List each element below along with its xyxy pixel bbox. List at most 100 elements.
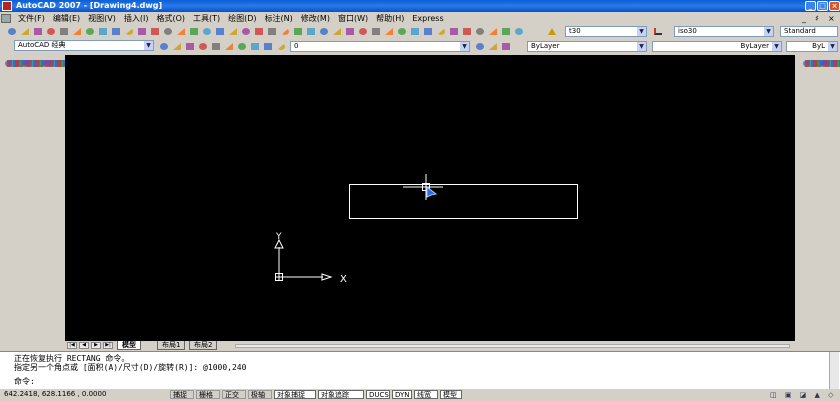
linetype-select[interactable]: ByLayer ▼ — [652, 41, 782, 52]
new-icon[interactable] — [305, 26, 317, 37]
text-style-icon[interactable] — [546, 26, 558, 37]
chevron-down-icon[interactable]: ▼ — [764, 27, 773, 36]
sun-icon[interactable] — [262, 41, 274, 52]
publish-icon[interactable] — [370, 26, 382, 37]
layer-select[interactable]: 0 ▼ — [290, 41, 470, 52]
zoom-realtime-icon[interactable] — [175, 26, 187, 37]
command-prompt[interactable]: 命令: — [14, 377, 35, 386]
print-icon[interactable] — [344, 26, 356, 37]
status-toggle-button[interactable]: 线宽 — [414, 390, 438, 399]
undo-icon[interactable] — [136, 26, 148, 37]
pan-icon[interactable] — [461, 26, 473, 37]
menu-item[interactable]: 格式(O) — [152, 12, 189, 25]
status-toggle-button[interactable]: 对象捕捉 — [274, 390, 316, 399]
lineweight-select[interactable]: ByL ▼ — [786, 41, 838, 52]
menu-item[interactable]: 插入(I) — [120, 12, 153, 25]
maximize-button[interactable]: □ — [817, 1, 828, 11]
layer-manager-icon[interactable] — [236, 41, 248, 52]
zoom-window-icon[interactable] — [188, 26, 200, 37]
pan-icon[interactable] — [162, 26, 174, 37]
tool-palettes-icon[interactable] — [240, 26, 252, 37]
tab-layout2[interactable]: 布局2 — [189, 341, 218, 350]
match-properties-icon[interactable] — [123, 26, 135, 37]
open-icon[interactable] — [19, 26, 31, 37]
status-toggle-button[interactable]: 极轴 — [248, 390, 272, 399]
first-tab-button[interactable]: |◀ — [67, 342, 77, 349]
menu-item[interactable]: 帮助(H) — [372, 12, 408, 25]
zoom-previous-icon[interactable] — [500, 26, 512, 37]
menu-item[interactable]: Express — [408, 12, 447, 25]
drawing-canvas[interactable]: Y X — [65, 55, 795, 341]
menu-item[interactable]: 视图(V) — [84, 12, 120, 25]
menu-item[interactable]: 文件(F) — [14, 12, 49, 25]
copy-icon[interactable] — [396, 26, 408, 37]
minimize-button[interactable]: _ — [805, 1, 816, 11]
save-icon[interactable] — [32, 26, 44, 37]
status-toggle-button[interactable]: DYN — [392, 390, 412, 399]
horizontal-scrollbar[interactable] — [235, 344, 790, 348]
tray-icons[interactable]: ◫ ▣ ◪ ▲ ◇ — [770, 390, 837, 401]
menu-item[interactable]: 标注(N) — [261, 12, 297, 25]
layer-state-icon[interactable] — [223, 41, 235, 52]
mdi-close-button[interactable]: × — [828, 12, 835, 25]
chevron-down-icon[interactable]: ▼ — [772, 42, 781, 51]
table-style-select[interactable]: Standard — [780, 26, 838, 37]
paste-icon[interactable] — [409, 26, 421, 37]
status-toggle-button[interactable]: 正交 — [222, 390, 246, 399]
mdi-minimize-button[interactable]: _ — [802, 12, 806, 25]
color-select[interactable]: ByLayer ▼ — [527, 41, 647, 52]
menu-item[interactable]: 窗口(W) — [334, 12, 372, 25]
dim-style-select[interactable]: iso30 ▼ — [674, 26, 774, 37]
status-toggle-button[interactable]: 栅格 — [196, 390, 220, 399]
layer-manager-icon[interactable] — [158, 41, 170, 52]
cut-icon[interactable] — [84, 26, 96, 37]
lightbulb-icon[interactable] — [171, 41, 183, 52]
prev-tab-button[interactable]: ◀ — [79, 342, 89, 349]
command-scrollbar[interactable] — [829, 352, 839, 389]
zoom-window-icon[interactable] — [487, 26, 499, 37]
status-toggle-button[interactable]: 对象追踪 — [318, 390, 364, 399]
status-toggle-button[interactable]: 模型 — [440, 390, 462, 399]
drawn-rectangle[interactable] — [349, 184, 578, 219]
zoom-realtime-icon[interactable] — [474, 26, 486, 37]
chevron-down-icon[interactable]: ▼ — [460, 42, 469, 51]
layer-previous-icon[interactable] — [487, 41, 499, 52]
close-button[interactable]: × — [829, 1, 840, 11]
document-icon[interactable] — [1, 14, 11, 23]
design-center-icon[interactable] — [227, 26, 239, 37]
vertical-scrollbar[interactable] — [795, 55, 797, 341]
status-toggle-button[interactable]: 捕捉 — [170, 390, 194, 399]
make-current-icon[interactable] — [474, 41, 486, 52]
publish-icon[interactable] — [71, 26, 83, 37]
menu-item[interactable]: 编辑(E) — [49, 12, 84, 25]
match-properties-icon[interactable] — [422, 26, 434, 37]
chevron-down-icon[interactable]: ▼ — [637, 42, 646, 51]
layer-color-icon[interactable] — [500, 41, 512, 52]
color-square-icon[interactable] — [210, 41, 222, 52]
menu-item[interactable]: 工具(T) — [189, 12, 224, 25]
chevron-down-icon[interactable]: ▼ — [637, 27, 646, 36]
redo-icon[interactable] — [149, 26, 161, 37]
mdi-restore-button[interactable]: ♯ — [815, 12, 819, 25]
preview-icon[interactable] — [357, 26, 369, 37]
menu-item[interactable]: 绘图(D) — [224, 12, 260, 25]
zoom-previous-icon[interactable] — [201, 26, 213, 37]
chevron-down-icon[interactable]: ▼ — [828, 42, 837, 51]
cut-icon[interactable] — [383, 26, 395, 37]
dim-style-icon[interactable] — [652, 26, 664, 37]
tab-model[interactable]: 模型 — [117, 341, 141, 350]
sheet-set-icon[interactable] — [253, 26, 265, 37]
command-window[interactable]: 正在恢复执行 RECTANG 命令。 指定另一个角点或 [面积(A)/尺寸(D)… — [0, 351, 840, 389]
menu-item[interactable]: 修改(M) — [297, 12, 334, 25]
text-style-select[interactable]: t30 ▼ — [565, 26, 647, 37]
help-icon[interactable] — [292, 26, 304, 37]
lightbulb-icon[interactable] — [249, 41, 261, 52]
preview-icon[interactable] — [58, 26, 70, 37]
last-tab-button[interactable]: ▶| — [103, 342, 113, 349]
calculator-icon[interactable] — [279, 26, 291, 37]
save-icon[interactable] — [331, 26, 343, 37]
lock-icon[interactable] — [275, 41, 287, 52]
paste-icon[interactable] — [110, 26, 122, 37]
status-toggle-button[interactable]: DUCS — [366, 390, 390, 399]
sun-icon[interactable] — [184, 41, 196, 52]
